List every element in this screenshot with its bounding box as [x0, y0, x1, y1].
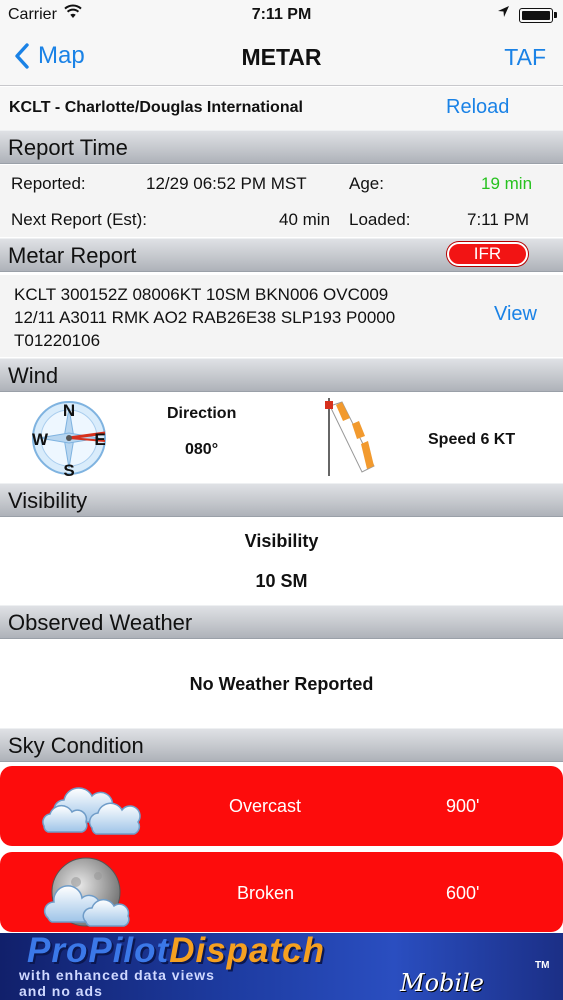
flight-category-badge: IFR — [447, 242, 528, 266]
age-label: Age: — [349, 174, 384, 193]
section-title: Sky Condition — [8, 733, 144, 758]
view-button[interactable]: View — [494, 303, 537, 326]
taf-button[interactable]: TAF — [504, 44, 546, 71]
next-report-label: Next Report (Est): — [11, 210, 148, 229]
metar-report-box: KCLT 300152Z 08006KT 10SM BKN006 OVC009 … — [0, 275, 563, 357]
section-title: Observed Weather — [8, 610, 193, 635]
sky-condition-altitude: 600' — [446, 883, 480, 903]
sky-condition-label: Broken — [237, 883, 295, 903]
status-time: 7:11 PM — [251, 6, 312, 23]
direction-value: 080° — [185, 441, 219, 458]
section-title: Metar Report — [8, 243, 137, 268]
metar-raw-text: KCLT 300152Z 08006KT 10SM BKN006 OVC009 … — [14, 283, 474, 352]
status-bar: Carrier 7:11 PM — [0, 0, 563, 30]
observed-weather-value: No Weather Reported — [189, 674, 374, 694]
overcast-cloud-icon — [42, 787, 141, 835]
section-title: Wind — [8, 363, 59, 388]
station-row: KCLT - Charlotte/Douglas International R… — [0, 87, 563, 130]
reported-value: 12/29 06:52 PM MST — [146, 174, 307, 193]
compass-icon: N W E S — [32, 401, 106, 478]
section-title: Visibility — [8, 488, 88, 513]
ad-banner[interactable]: ProPilotDispatch with enhanced data view… — [0, 933, 563, 1000]
metar-line: KCLT 300152Z 08006KT 10SM BKN006 OVC009 — [14, 285, 389, 304]
sky-condition-altitude: 900' — [446, 796, 480, 816]
compass-letter-w: W — [32, 430, 49, 449]
compass-letter-e: E — [94, 430, 105, 449]
sky-layer-overcast: Overcast 900' — [0, 766, 563, 846]
loaded-label: Loaded: — [349, 210, 411, 229]
sky-layer-broken: Broken 600' — [0, 852, 563, 932]
compass-letter-s: S — [63, 461, 74, 478]
sky-condition-label: Overcast — [229, 796, 302, 816]
broken-cloud-moon-icon — [43, 857, 130, 927]
battery-icon — [519, 8, 557, 23]
reported-label: Reported: — [11, 174, 86, 193]
age-value: 19 min — [481, 174, 533, 193]
observed-weather-card: No Weather Reported — [0, 641, 563, 725]
location-arrow-icon — [497, 5, 510, 21]
ad-tagline-line2: and no ads — [19, 983, 103, 999]
section-header-report-time: Report Time — [0, 130, 563, 164]
metar-line: 12/11 A3011 RMK AO2 RAB26E38 SLP193 P000… — [14, 308, 396, 327]
section-header-sky-condition: Sky Condition — [0, 728, 563, 762]
ad-tagline-line1: with enhanced data views — [19, 967, 215, 983]
wind-speed: Speed 6 KT — [428, 431, 516, 448]
visibility-value: 10 SM — [255, 571, 308, 591]
ad-mobile: Mobile — [400, 969, 484, 997]
windsock-icon — [325, 398, 375, 476]
reload-button[interactable]: Reload — [446, 96, 509, 119]
ad-trademark: TM — [535, 960, 550, 971]
ad-brand-part1: ProPilot — [27, 933, 170, 970]
next-report-value: 40 min — [279, 210, 331, 229]
direction-label: Direction — [167, 405, 237, 422]
visibility-card: Visibility 10 SM — [0, 519, 563, 601]
ad-brand-part2: Dispatch — [169, 933, 325, 970]
visibility-label: Visibility — [244, 531, 319, 551]
section-header-observed-weather: Observed Weather — [0, 605, 563, 639]
report-time-row-reported: Reported: 12/29 06:52 PM MST Age: 19 min — [0, 165, 563, 201]
wind-card: N W E S Direction 080° Speed 6 KT — [0, 394, 563, 478]
loaded-value: 7:11 PM — [467, 210, 530, 229]
report-time-row-next: Next Report (Est): 40 min Loaded: 7:11 P… — [0, 201, 563, 237]
compass-letter-n: N — [63, 401, 75, 420]
page-title: METAR — [241, 44, 322, 70]
navigation-bar: Map METAR TAF — [0, 30, 563, 86]
section-header-wind: Wind — [0, 358, 563, 392]
section-header-visibility: Visibility — [0, 483, 563, 517]
station-name: KCLT - Charlotte/Douglas International — [9, 99, 303, 116]
ad-brand: ProPilotDispatch — [27, 933, 325, 971]
section-title: Report Time — [8, 135, 128, 160]
metar-line: T01220106 — [14, 331, 101, 350]
